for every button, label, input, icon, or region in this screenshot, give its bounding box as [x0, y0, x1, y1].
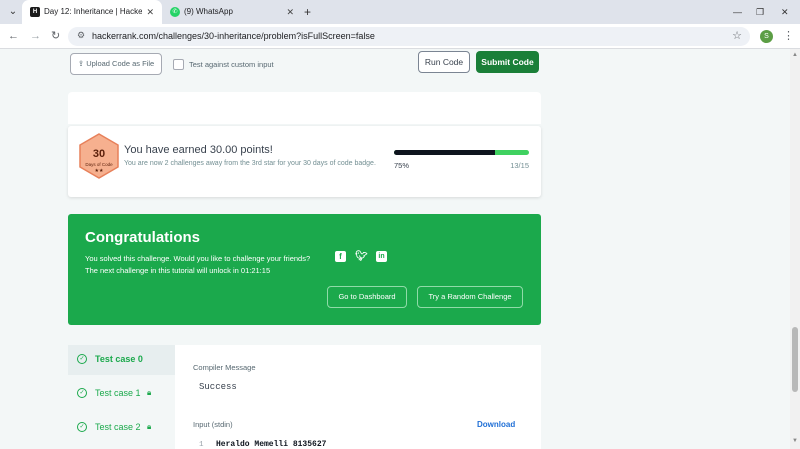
- omnibox[interactable]: ⚙ hackerrank.com/challenges/30-inheritan…: [68, 27, 750, 46]
- custom-input-checkbox[interactable]: [173, 59, 184, 70]
- test-case-label: Test case 0: [95, 354, 143, 364]
- browser-tab-bar: ⌄ H Day 12: Inheritance | HackerRank ✕ ✆…: [0, 0, 800, 24]
- test-case-1[interactable]: ✓ Test case 1 🔒︎: [68, 379, 175, 409]
- lock-icon: 🔒︎: [147, 422, 152, 431]
- site-settings-icon[interactable]: ⚙: [77, 30, 85, 41]
- test-case-0[interactable]: ✓ Test case 0: [68, 345, 175, 375]
- twitter-icon[interactable]: 🐦︎: [355, 251, 368, 262]
- new-tab-icon[interactable]: +: [304, 0, 311, 24]
- reload-icon[interactable]: ↻: [51, 29, 60, 43]
- address-bar: ← → ↻ ⚙ hackerrank.com/challenges/30-inh…: [0, 24, 800, 49]
- badge-text: Days of Code: [85, 162, 113, 167]
- upload-label: Upload Code as File: [86, 59, 155, 68]
- congrats-message: You solved this challenge. Would you lik…: [85, 254, 311, 263]
- tab-hackerrank[interactable]: H Day 12: Inheritance | HackerRank ✕: [22, 0, 162, 24]
- compiler-message-value: Success: [199, 382, 237, 392]
- congratulations-banner: Congratulations You solved this challeng…: [68, 214, 541, 325]
- test-case-label: Test case 1: [95, 388, 141, 398]
- tab-title: (9) WhatsApp: [184, 7, 233, 16]
- test-case-list: ✓ Test case 0 ✓ Test case 1 🔒︎ ✓ Test ca…: [68, 345, 175, 449]
- tab-close-icon[interactable]: ✕: [146, 0, 154, 24]
- upload-icon: ⇪: [77, 59, 87, 68]
- window-close-icon[interactable]: ✕: [781, 0, 789, 24]
- scrollbar-thumb[interactable]: [792, 327, 798, 392]
- points-card: 30 Days of Code ★★ You have earned 30.00…: [68, 126, 541, 197]
- whatsapp-favicon-icon: ✆: [170, 7, 180, 17]
- input-label: Input (stdin): [193, 420, 233, 429]
- browser-menu-icon[interactable]: ⋮: [783, 29, 794, 42]
- points-title: You have earned 30.00 points!: [124, 144, 273, 156]
- scroll-down-icon[interactable]: ▼: [792, 438, 798, 444]
- tab-whatsapp[interactable]: ✆ (9) WhatsApp ✕: [162, 0, 302, 24]
- progress-percent: 75%: [394, 161, 410, 170]
- badge-stars: ★★: [94, 168, 104, 174]
- progress-bar: [394, 150, 529, 155]
- check-circle-icon: ✓: [77, 354, 87, 364]
- bookmark-star-icon[interactable]: ☆: [732, 29, 742, 42]
- test-case-2[interactable]: ✓ Test case 2 🔒︎: [68, 413, 175, 443]
- scroll-up-icon[interactable]: ▲: [792, 52, 798, 58]
- page-content: ⇪ Upload Code as File Test against custo…: [0, 49, 790, 449]
- hackerrank-favicon-icon: H: [30, 7, 40, 17]
- back-arrow-icon[interactable]: ←: [8, 29, 19, 43]
- download-link[interactable]: Download: [477, 420, 515, 429]
- compiler-message-label: Compiler Message: [193, 363, 256, 372]
- random-challenge-button[interactable]: Try a Random Challenge: [417, 286, 523, 308]
- test-case-label: Test case 2: [95, 422, 141, 432]
- check-circle-icon: ✓: [77, 388, 87, 398]
- congrats-title: Congratulations: [85, 229, 200, 246]
- input-line: Heraldo Memelli 8135627: [216, 440, 327, 449]
- restore-icon[interactable]: ❐: [756, 0, 764, 24]
- results-panel: ✓ Test case 0 ✓ Test case 1 🔒︎ ✓ Test ca…: [68, 345, 541, 449]
- tab-title: Day 12: Inheritance | HackerRank: [44, 7, 142, 16]
- go-to-dashboard-button[interactable]: Go to Dashboard: [327, 286, 407, 308]
- submit-code-button[interactable]: Submit Code: [476, 51, 539, 73]
- input-line-number: 1: [199, 441, 204, 449]
- profile-avatar[interactable]: S: [760, 30, 773, 43]
- forward-arrow-icon[interactable]: →: [30, 29, 41, 43]
- check-circle-icon: ✓: [77, 422, 87, 432]
- lock-icon: 🔒︎: [147, 388, 152, 397]
- progress-bar-fill: [394, 150, 496, 155]
- minimize-icon[interactable]: —: [733, 0, 742, 24]
- url-text[interactable]: hackerrank.com/challenges/30-inheritance…: [92, 31, 375, 41]
- facebook-icon[interactable]: f: [335, 251, 346, 262]
- editor-footer-card: [68, 92, 541, 124]
- custom-input-label: Test against custom input: [189, 60, 274, 69]
- points-description: You are now 2 challenges away from the 3…: [124, 160, 376, 167]
- tab-close-icon[interactable]: ✕: [286, 0, 294, 24]
- run-code-button[interactable]: Run Code: [418, 51, 470, 73]
- upload-code-button[interactable]: ⇪ Upload Code as File: [70, 53, 162, 75]
- tab-search-icon[interactable]: ⌄: [5, 4, 21, 20]
- badge-number: 30: [92, 148, 106, 160]
- linkedin-icon[interactable]: in: [376, 251, 387, 262]
- progress-count: 13/15: [510, 161, 529, 170]
- unlock-countdown: The next challenge in this tutorial will…: [85, 266, 271, 275]
